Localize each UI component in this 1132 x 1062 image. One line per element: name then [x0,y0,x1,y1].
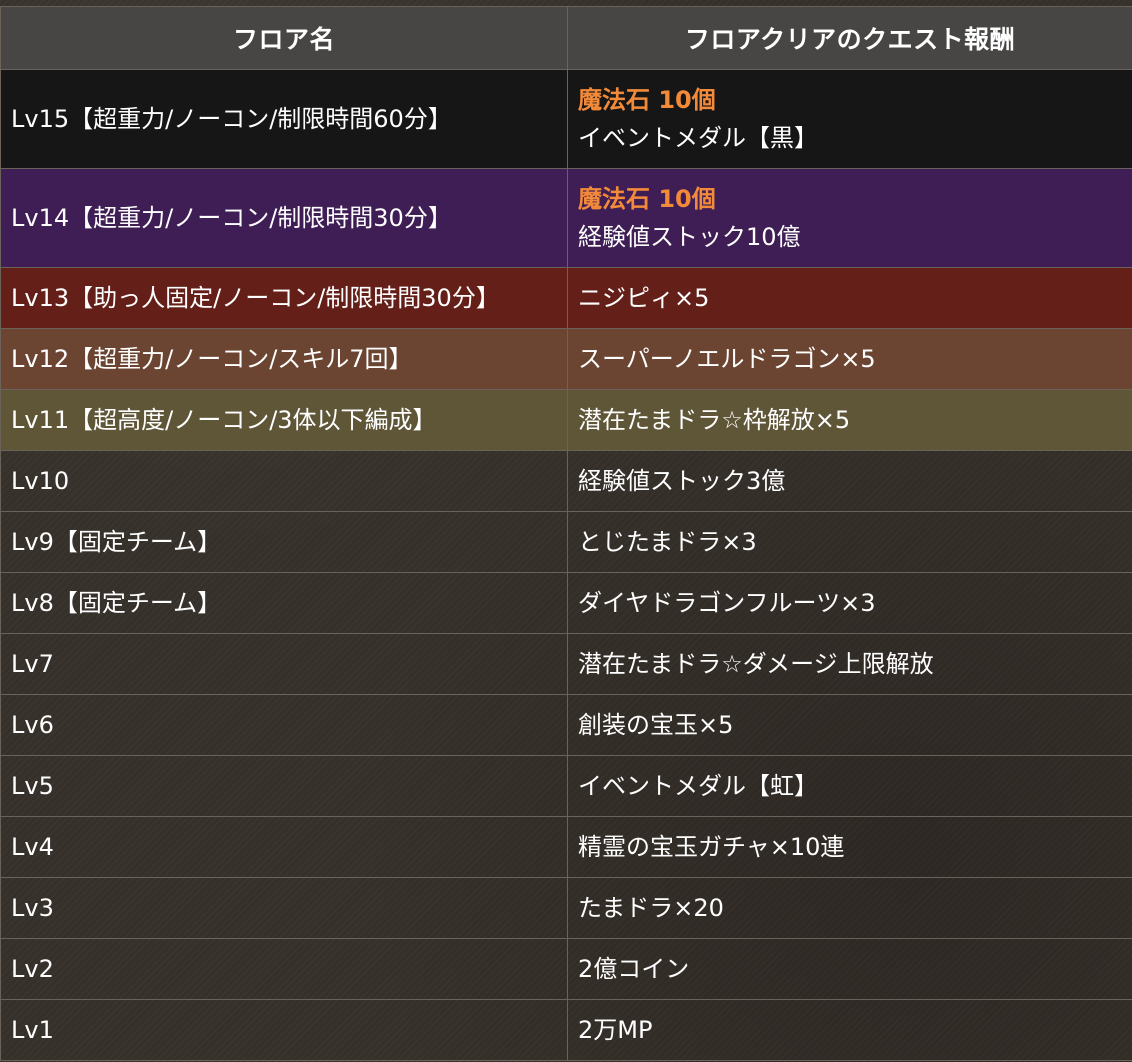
floor-name-cell: Lv15【超重力/ノーコン/制限時間60分】 [0,69,568,169]
table-row: Lv1 2万MP [0,999,1132,1061]
reward-cell: 魔法石 10個 イベントメダル【黒】 [567,69,1132,169]
floor-name-cell: Lv9【固定チーム】 [0,511,568,573]
table-header-row: フロア名 フロアクリアのクエスト報酬 [0,6,1132,70]
table-row: Lv10 経験値ストック3億 [0,450,1132,512]
reward-cell: 2億コイン [567,938,1132,1000]
table-row: Lv3 たまドラ×20 [0,877,1132,939]
magic-stone-reward: 魔法石 10個 [578,185,716,213]
floor-name-cell: Lv5 [0,755,568,817]
reward-cell: とじたまドラ×3 [567,511,1132,573]
floor-name-cell: Lv11【超高度/ノーコン/3体以下編成】 [0,389,568,451]
floor-name-cell: Lv2 [0,938,568,1000]
floor-name-cell: Lv10 [0,450,568,512]
reward-cell: イベントメダル【虹】 [567,755,1132,817]
table-row: Lv6 創装の宝玉×5 [0,694,1132,756]
floor-name-cell: Lv4 [0,816,568,878]
table-row: Lv2 2億コイン [0,938,1132,1000]
table-row: Lv9【固定チーム】 とじたまドラ×3 [0,511,1132,573]
floor-name-cell: Lv13【助っ人固定/ノーコン/制限時間30分】 [0,267,568,329]
floor-name-header: フロア名 [0,6,568,70]
floor-name-cell: Lv3 [0,877,568,939]
table-row: Lv14【超重力/ノーコン/制限時間30分】 魔法石 10個 経験値ストック10… [0,168,1132,268]
floor-name-cell: Lv12【超重力/ノーコン/スキル7回】 [0,328,568,390]
floor-name-cell: Lv1 [0,999,568,1061]
reward-cell: 潜在たまドラ☆ダメージ上限解放 [567,633,1132,695]
table-row: Lv7 潜在たまドラ☆ダメージ上限解放 [0,633,1132,695]
reward-text: 経験値ストック10億 [578,223,801,251]
reward-cell: たまドラ×20 [567,877,1132,939]
reward-text: イベントメダル【黒】 [578,124,818,152]
reward-cell: 創装の宝玉×5 [567,694,1132,756]
floor-name-cell: Lv14【超重力/ノーコン/制限時間30分】 [0,168,568,268]
table-row: Lv11【超高度/ノーコン/3体以下編成】 潜在たまドラ☆枠解放×5 [0,389,1132,451]
table-row: Lv4 精霊の宝玉ガチャ×10連 [0,816,1132,878]
reward-cell: 潜在たまドラ☆枠解放×5 [567,389,1132,451]
reward-header: フロアクリアのクエスト報酬 [567,6,1132,70]
reward-cell: ダイヤドラゴンフルーツ×3 [567,572,1132,634]
reward-table-panel: フロア名 フロアクリアのクエスト報酬 Lv15【超重力/ノーコン/制限時間60分… [0,0,1132,1062]
reward-cell: スーパーノエルドラゴン×5 [567,328,1132,390]
table-row: Lv8【固定チーム】 ダイヤドラゴンフルーツ×3 [0,572,1132,634]
table-row: Lv13【助っ人固定/ノーコン/制限時間30分】 ニジピィ×5 [0,267,1132,329]
floor-name-cell: Lv7 [0,633,568,695]
floor-name-cell: Lv6 [0,694,568,756]
table-row: Lv15【超重力/ノーコン/制限時間60分】 魔法石 10個 イベントメダル【黒… [0,69,1132,169]
reward-cell: 魔法石 10個 経験値ストック10億 [567,168,1132,268]
reward-cell: 経験値ストック3億 [567,450,1132,512]
reward-cell: ニジピィ×5 [567,267,1132,329]
floor-reward-table: フロア名 フロアクリアのクエスト報酬 Lv15【超重力/ノーコン/制限時間60分… [0,6,1132,1061]
reward-cell: 2万MP [567,999,1132,1061]
floor-name-cell: Lv8【固定チーム】 [0,572,568,634]
magic-stone-reward: 魔法石 10個 [578,86,716,114]
table-row: Lv5 イベントメダル【虹】 [0,755,1132,817]
table-row: Lv12【超重力/ノーコン/スキル7回】 スーパーノエルドラゴン×5 [0,328,1132,390]
reward-cell: 精霊の宝玉ガチャ×10連 [567,816,1132,878]
